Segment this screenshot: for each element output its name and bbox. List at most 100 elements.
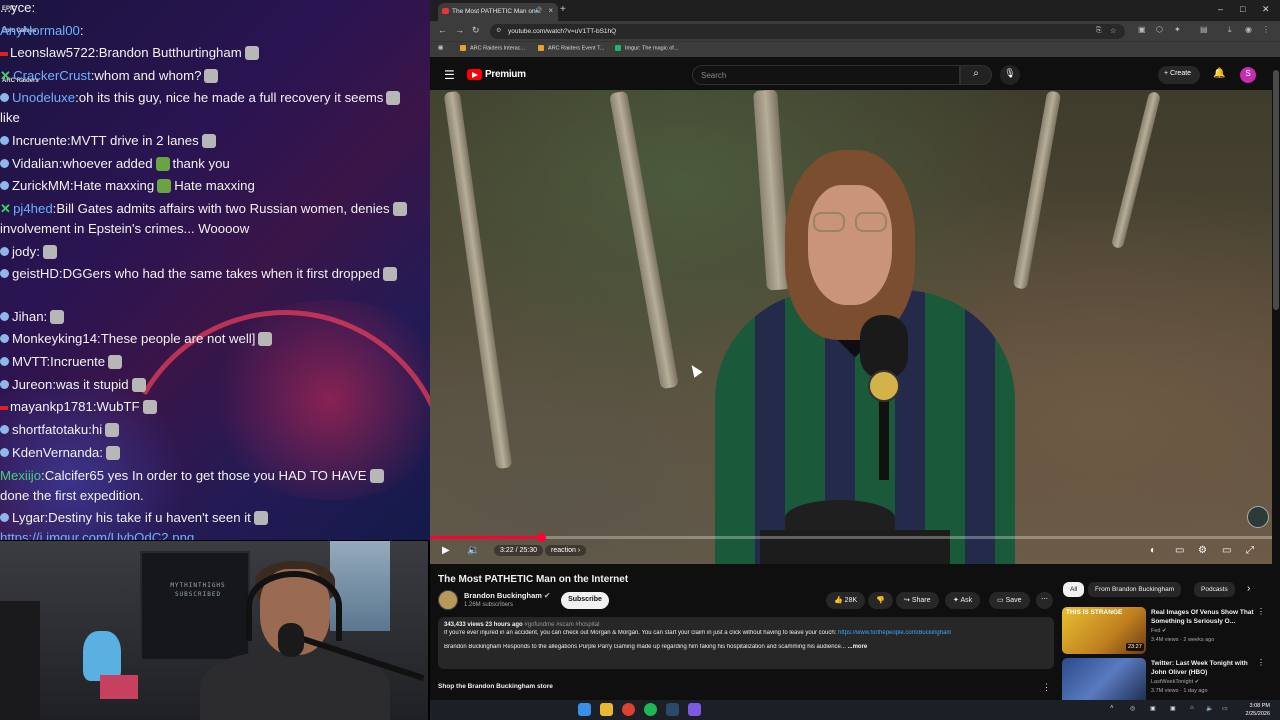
- spotify-icon[interactable]: [644, 703, 657, 716]
- site-info-icon[interactable]: ⚙: [496, 27, 501, 34]
- chevron-right-icon[interactable]: ›: [1247, 583, 1250, 594]
- tray-chevron-icon[interactable]: ˄: [1110, 705, 1114, 711]
- chat-username[interactable]: Incruente: [12, 133, 67, 148]
- save-button[interactable]: ▭ Save: [989, 592, 1030, 609]
- volume-icon[interactable]: 🔈: [1206, 705, 1213, 712]
- voice-search-button[interactable]: 🎙: [1000, 65, 1020, 85]
- more-actions-icon[interactable]: ⋯: [1036, 592, 1053, 609]
- browser-menu-icon[interactable]: ⋮: [1262, 25, 1270, 34]
- fullscreen-icon[interactable]: ⤢: [1246, 545, 1254, 556]
- chat-username[interactable]: Jureon: [12, 377, 52, 392]
- scrollbar-thumb[interactable]: [1273, 70, 1279, 310]
- chat-username[interactable]: jody: [12, 244, 36, 259]
- sponsor-link[interactable]: https://www.forthepeople.com/Buckingham: [838, 630, 951, 636]
- account-avatar[interactable]: S: [1240, 67, 1256, 83]
- channel-name[interactable]: Brandon Buckingham ✔: [464, 591, 550, 600]
- chat-username[interactable]: ...yce: [0, 0, 32, 15]
- tab-close-button[interactable]: ×: [548, 6, 553, 15]
- progress-bar[interactable]: [430, 533, 1272, 542]
- more-options-icon[interactable]: ⋮: [1257, 607, 1265, 616]
- bookmark-star-icon[interactable]: ☆: [1110, 27, 1116, 35]
- subscribe-button[interactable]: Subscribe: [561, 592, 609, 609]
- profile-icon[interactable]: ◉: [1245, 25, 1252, 34]
- new-tab-button[interactable]: +: [560, 4, 566, 15]
- maximize-button[interactable]: □: [1240, 4, 1245, 14]
- video-thumbnail[interactable]: [1062, 658, 1146, 705]
- chat-link[interactable]: https://i.imgur.com/UvbQdC2.png: [0, 530, 194, 540]
- bookmark-arc-interactive[interactable]: ARC Raiders Interac...: [460, 45, 525, 51]
- chip-podcasts[interactable]: Podcasts: [1194, 582, 1235, 597]
- dislike-button[interactable]: 👎: [868, 592, 893, 609]
- hashtags[interactable]: #gofundme #scam #hospital: [524, 622, 599, 628]
- recommended-video[interactable]: THIS IS STRANGE 23:27 Real Images Of Ven…: [1062, 607, 1267, 655]
- back-icon[interactable]: ←: [438, 25, 447, 35]
- chat-username[interactable]: pj4hed: [13, 201, 53, 216]
- theater-mode-icon[interactable]: ▭: [1222, 545, 1231, 556]
- tray-app-icon[interactable]: ▣: [1150, 705, 1156, 712]
- tray-app-icon[interactable]: ▣: [1170, 705, 1176, 712]
- channel-watermark-icon[interactable]: [1247, 506, 1269, 528]
- notifications-bell-icon[interactable]: 🔔: [1213, 68, 1225, 79]
- chat-username[interactable]: Monkeyking14: [12, 331, 97, 346]
- extension-icon[interactable]: ⬡: [1156, 25, 1163, 34]
- show-more-button[interactable]: ...more: [848, 644, 868, 650]
- forward-icon[interactable]: →: [455, 25, 464, 35]
- captions-icon[interactable]: ▭: [1175, 545, 1184, 556]
- channel-avatar[interactable]: [438, 590, 458, 610]
- play-icon[interactable]: ▶: [442, 545, 450, 556]
- chat-username[interactable]: Lygar: [12, 510, 45, 525]
- extensions-puzzle-icon[interactable]: ✦: [1174, 25, 1181, 34]
- network-icon[interactable]: ⌂: [1190, 705, 1194, 711]
- app-icon[interactable]: [688, 703, 701, 716]
- youtube-premium-brand[interactable]: Premium: [485, 69, 526, 80]
- chat-username[interactable]: CrackerCrust: [13, 68, 91, 83]
- chat-username[interactable]: AnyNormal00: [0, 23, 80, 38]
- minimize-button[interactable]: –: [1218, 4, 1223, 14]
- system-clock[interactable]: 3:08 PM 2/25/2026: [1238, 702, 1270, 718]
- create-button[interactable]: + Create: [1158, 66, 1200, 84]
- volume-icon[interactable]: 🔉: [467, 545, 479, 556]
- hamburger-menu-icon[interactable]: ☰: [444, 68, 455, 82]
- apps-grid-icon[interactable]: ▦: [438, 45, 443, 51]
- windows-start-icon[interactable]: [578, 703, 591, 716]
- steam-icon[interactable]: [666, 703, 679, 716]
- reload-icon[interactable]: ↻: [472, 25, 480, 36]
- description-box[interactable]: 343,433 views 23 hours ago #gofundme #sc…: [438, 617, 1054, 669]
- chip-from-channel[interactable]: From Brandon Buckingham: [1088, 582, 1182, 597]
- video-player[interactable]: ▶ 🔉 3:22 / 25:30 reaction › ◐ ▭ ⚙ ▭ ⤢: [430, 90, 1272, 564]
- chat-username[interactable]: Mexiijo: [0, 468, 41, 483]
- recommended-video[interactable]: Twitter: Last Week Tonight with John Oli…: [1062, 658, 1267, 706]
- sidebar-icon[interactable]: ▤: [1200, 25, 1208, 34]
- settings-gear-icon[interactable]: ⚙: [1198, 545, 1207, 556]
- search-input[interactable]: Search: [692, 65, 960, 85]
- chat-username[interactable]: mayankp1781: [10, 399, 93, 414]
- tab-youtube[interactable]: The Most PATHETIC Man on... 🔊 ×: [438, 3, 558, 21]
- downloads-icon[interactable]: ⤓: [1228, 25, 1232, 35]
- chat-username[interactable]: Vidalian: [12, 156, 59, 171]
- file-explorer-icon[interactable]: [600, 703, 613, 716]
- share-button[interactable]: ↪ Share: [896, 592, 939, 609]
- chat-username[interactable]: Unodeluxe: [12, 90, 75, 105]
- chip-all[interactable]: All: [1063, 582, 1085, 597]
- youtube-logo-icon[interactable]: [467, 69, 482, 80]
- page-scrollbar[interactable]: [1272, 60, 1280, 700]
- tray-app-icon[interactable]: ◎: [1130, 705, 1135, 712]
- chat-username[interactable]: ZurickMM: [12, 178, 70, 193]
- store-more-icon[interactable]: ⋮: [1042, 682, 1051, 693]
- speaker-icon[interactable]: 🔊: [535, 7, 542, 14]
- chrome-icon[interactable]: [622, 703, 635, 716]
- ask-button[interactable]: ✦ Ask: [945, 592, 981, 609]
- address-bar[interactable]: ⚙ youtube.com/watch?v=uV1TT-bS1hQ ⎘ ☆: [490, 24, 1125, 39]
- close-window-button[interactable]: ✕: [1262, 4, 1270, 15]
- chapter-button[interactable]: reaction ›: [545, 545, 587, 556]
- chat-username[interactable]: shortfatotaku: [12, 422, 88, 437]
- more-options-icon[interactable]: ⋮: [1257, 658, 1265, 667]
- chat-username[interactable]: Leonslaw5722: [10, 45, 95, 60]
- bookmark-arc-event[interactable]: ARC Raiders Event T...: [538, 45, 604, 51]
- search-button[interactable]: ⌕: [960, 65, 992, 85]
- install-icon[interactable]: ⎘: [1096, 27, 1102, 35]
- extension-icon[interactable]: ▣: [1138, 25, 1146, 34]
- battery-icon[interactable]: ▭: [1222, 705, 1228, 712]
- like-button[interactable]: 👍 28K: [826, 592, 866, 609]
- autoplay-toggle-icon[interactable]: ◐: [1150, 545, 1156, 556]
